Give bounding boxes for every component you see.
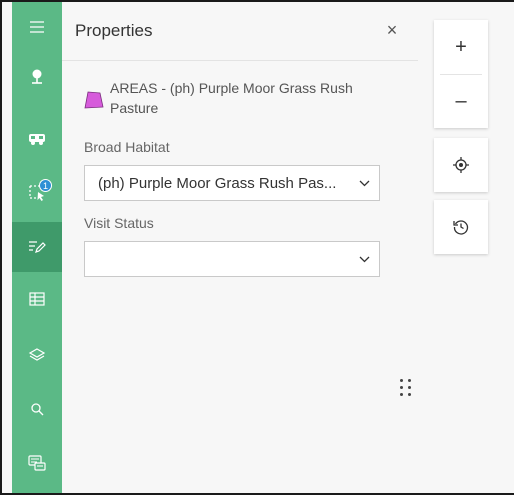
visit-status-select[interactable] xyxy=(84,241,380,277)
zoom-in-button[interactable]: + xyxy=(434,20,488,74)
menu-button[interactable] xyxy=(12,2,62,52)
search-button[interactable] xyxy=(12,384,62,434)
table-button[interactable] xyxy=(12,274,62,324)
search-icon xyxy=(31,403,44,416)
table-icon xyxy=(29,292,45,306)
message-icon xyxy=(28,455,46,471)
map-pin-icon xyxy=(32,69,42,84)
broad-habitat-value: (ph) Purple Moor Grass Rush Pas... xyxy=(98,174,337,192)
feature-title: AREAS - (ph) Purple Moor Grass Rush Past… xyxy=(110,80,353,116)
chevron-down-icon xyxy=(349,180,379,187)
map-pin-button[interactable] xyxy=(12,52,62,102)
selection-button[interactable]: 1 xyxy=(12,168,62,218)
zoom-out-button[interactable]: – xyxy=(434,74,488,128)
drag-handle-icon[interactable] xyxy=(400,379,412,396)
menu-icon xyxy=(30,21,44,33)
locate-button[interactable] xyxy=(434,138,488,192)
broad-habitat-label: Broad Habitat xyxy=(84,139,170,155)
edit-icon xyxy=(29,241,46,253)
history-icon xyxy=(453,220,469,235)
close-icon: × xyxy=(386,19,398,40)
edit-button[interactable] xyxy=(12,222,62,272)
vehicle-button[interactable] xyxy=(12,114,62,164)
history-button[interactable] xyxy=(434,200,488,254)
close-button[interactable]: × xyxy=(380,18,404,42)
message-button[interactable] xyxy=(12,438,62,488)
visit-status-label: Visit Status xyxy=(84,215,154,231)
selection-count-badge: 1 xyxy=(39,179,52,192)
vehicle-icon xyxy=(29,134,45,145)
polygon-swatch-icon xyxy=(84,91,104,109)
panel-title: Properties xyxy=(75,21,153,40)
left-toolbar: 1 xyxy=(12,2,62,493)
properties-panel: Properties × AREAS - (ph) Purple Moor Gr… xyxy=(62,2,418,493)
zoom-controls: + – xyxy=(434,20,488,128)
broad-habitat-select[interactable]: (ph) Purple Moor Grass Rush Pas... xyxy=(84,165,380,201)
chevron-down-icon xyxy=(349,256,379,263)
panel-header: Properties × xyxy=(62,2,418,61)
layers-button[interactable] xyxy=(12,330,62,380)
locate-icon xyxy=(453,157,469,173)
layers-icon xyxy=(28,348,46,361)
